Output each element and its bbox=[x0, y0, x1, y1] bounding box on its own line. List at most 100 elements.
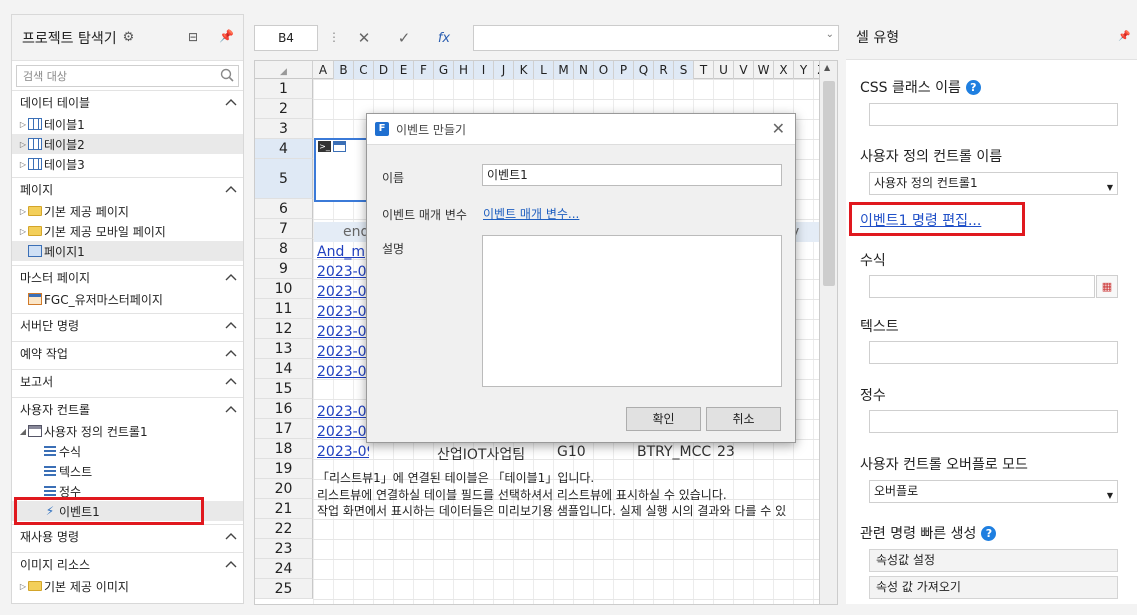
section-pages[interactable]: 페이지 bbox=[12, 177, 243, 201]
event-parameter-link[interactable]: 이벤트 매개 변수... bbox=[483, 205, 579, 222]
tree-item-property[interactable]: 수식 bbox=[12, 441, 243, 461]
date-link[interactable]: 2023-07 bbox=[317, 304, 369, 320]
tree-item-folder[interactable]: ▷ 기본 제공 페이지 bbox=[12, 201, 243, 221]
row-header[interactable]: 5 bbox=[255, 159, 313, 199]
date-link[interactable]: 2023-07 bbox=[317, 284, 369, 300]
confirm-formula-icon[interactable]: ✓ bbox=[384, 29, 424, 47]
row-header[interactable]: 23 bbox=[255, 539, 313, 559]
tree-item-table[interactable]: ▷ 테이블1 bbox=[12, 114, 243, 134]
tree-item-property[interactable]: 텍스트 bbox=[12, 461, 243, 481]
row-header[interactable]: 2 bbox=[255, 99, 313, 119]
col-header[interactable]: X bbox=[774, 61, 794, 79]
expand-icon[interactable]: ▷ bbox=[18, 140, 28, 149]
row-header[interactable]: 3 bbox=[255, 119, 313, 139]
col-header[interactable]: I bbox=[474, 61, 494, 79]
chevron-up-icon[interactable] bbox=[225, 320, 237, 330]
row-header[interactable]: 20 bbox=[255, 479, 313, 499]
row-header[interactable]: 1 bbox=[255, 79, 313, 99]
date-link[interactable]: 2023-08 bbox=[317, 424, 369, 440]
cancel-formula-icon[interactable]: ✕ bbox=[344, 29, 384, 47]
more-icon[interactable]: ⋮ bbox=[328, 30, 340, 44]
expand-icon[interactable]: ▷ bbox=[18, 227, 28, 236]
formula-input[interactable] bbox=[869, 275, 1095, 298]
col-header[interactable]: B bbox=[334, 61, 354, 79]
chevron-up-icon[interactable] bbox=[225, 184, 237, 194]
scrollbar-thumb[interactable] bbox=[823, 81, 835, 286]
col-header[interactable]: Y bbox=[794, 61, 814, 79]
date-link[interactable]: 2023-07 bbox=[317, 324, 369, 340]
row-header[interactable]: 9 bbox=[255, 259, 313, 279]
col-header[interactable]: K bbox=[514, 61, 534, 79]
col-header[interactable]: C bbox=[354, 61, 374, 79]
gear-icon[interactable]: ⚙ bbox=[123, 30, 135, 45]
date-link[interactable]: 2023-07 bbox=[317, 364, 369, 380]
chevron-up-icon[interactable] bbox=[225, 376, 237, 386]
cancel-button[interactable]: 취소 bbox=[706, 407, 781, 431]
pin-icon[interactable]: 📌 bbox=[1118, 31, 1130, 42]
section-server-commands[interactable]: 서버단 명령 bbox=[12, 313, 243, 337]
col-header[interactable]: P bbox=[614, 61, 634, 79]
section-reusable-commands[interactable]: 재사용 명령 bbox=[12, 524, 243, 548]
row-header[interactable]: 22 bbox=[255, 519, 313, 539]
col-header[interactable]: E bbox=[394, 61, 414, 79]
col-header[interactable]: V bbox=[734, 61, 754, 79]
tree-item-folder[interactable]: ▷ 기본 제공 모바일 페이지 bbox=[12, 221, 243, 241]
vertical-scrollbar[interactable]: ▲ bbox=[819, 61, 837, 604]
formula-editor-icon[interactable]: ▦ bbox=[1096, 275, 1118, 298]
pin-icon[interactable]: 📌 bbox=[219, 29, 234, 43]
set-property-button[interactable]: 속성값 설정 bbox=[869, 549, 1118, 572]
corner-select-all[interactable]: ◢ bbox=[255, 61, 313, 79]
selected-cell-b4[interactable]: >_ bbox=[314, 138, 368, 202]
tree-item-user-control[interactable]: ◢ 사용자 정의 컨트롤1 bbox=[12, 421, 243, 441]
collapse-all-icon[interactable]: ⊟ bbox=[188, 30, 198, 44]
get-property-button[interactable]: 속성 값 가져오기 bbox=[869, 576, 1118, 599]
row-header[interactable]: 24 bbox=[255, 559, 313, 579]
col-header[interactable]: A bbox=[313, 61, 334, 79]
row-header[interactable]: 25 bbox=[255, 579, 313, 599]
row-header[interactable]: 8 bbox=[255, 239, 313, 259]
col-header[interactable]: Q bbox=[634, 61, 654, 79]
col-header[interactable]: R bbox=[654, 61, 674, 79]
col-header[interactable]: H bbox=[454, 61, 474, 79]
expand-icon[interactable]: ▷ bbox=[18, 582, 28, 591]
ok-button[interactable]: 확인 bbox=[626, 407, 701, 431]
row-header[interactable]: 12 bbox=[255, 319, 313, 339]
explorer-search-input[interactable]: 검색 대상 bbox=[16, 65, 239, 87]
expand-icon[interactable]: ▷ bbox=[18, 207, 28, 216]
search-icon[interactable] bbox=[220, 68, 234, 82]
collapse-icon[interactable]: ◢ bbox=[18, 427, 28, 436]
row-header[interactable]: 13 bbox=[255, 339, 313, 359]
row-header[interactable]: 11 bbox=[255, 299, 313, 319]
row-header[interactable]: 21 bbox=[255, 499, 313, 519]
col-header[interactable]: O bbox=[594, 61, 614, 79]
chevron-up-icon[interactable] bbox=[225, 531, 237, 541]
section-scheduled-jobs[interactable]: 예약 작업 bbox=[12, 341, 243, 365]
date-link[interactable]: 2023-08 bbox=[317, 404, 369, 420]
custom-control-select[interactable]: 사용자 정의 컨트롤1 bbox=[869, 172, 1118, 198]
col-header[interactable]: W bbox=[754, 61, 774, 79]
col-header[interactable]: L bbox=[534, 61, 554, 79]
tree-item-table[interactable]: ▷ 테이블3 bbox=[12, 154, 243, 174]
close-icon[interactable]: ✕ bbox=[772, 119, 785, 138]
col-header[interactable]: N bbox=[574, 61, 594, 79]
section-user-controls[interactable]: 사용자 컨트롤 bbox=[12, 397, 243, 421]
col-header[interactable]: U bbox=[714, 61, 734, 79]
row-header[interactable]: 14 bbox=[255, 359, 313, 379]
expand-icon[interactable]: ▷ bbox=[18, 160, 28, 169]
section-master-pages[interactable]: 마스터 페이지 bbox=[12, 265, 243, 289]
row-header[interactable]: 17 bbox=[255, 419, 313, 439]
row-header[interactable]: 15 bbox=[255, 379, 313, 399]
tree-item-master-page[interactable]: FGC_유저마스터페이지 bbox=[12, 289, 243, 309]
chevron-up-icon[interactable] bbox=[225, 348, 237, 358]
overflow-mode-select[interactable]: 오버플로 bbox=[869, 480, 1118, 506]
chevron-up-icon[interactable] bbox=[225, 97, 237, 107]
chevron-up-icon[interactable] bbox=[225, 272, 237, 282]
help-icon[interactable]: ? bbox=[965, 80, 981, 95]
function-icon[interactable]: fx bbox=[424, 31, 464, 46]
date-link[interactable]: 2023-07 bbox=[317, 344, 369, 360]
css-class-input[interactable] bbox=[869, 103, 1118, 126]
col-header[interactable]: G bbox=[434, 61, 454, 79]
event-name-input[interactable]: 이벤트1 bbox=[482, 164, 782, 186]
text-input[interactable] bbox=[869, 341, 1118, 364]
expand-icon[interactable]: ▷ bbox=[18, 120, 28, 129]
